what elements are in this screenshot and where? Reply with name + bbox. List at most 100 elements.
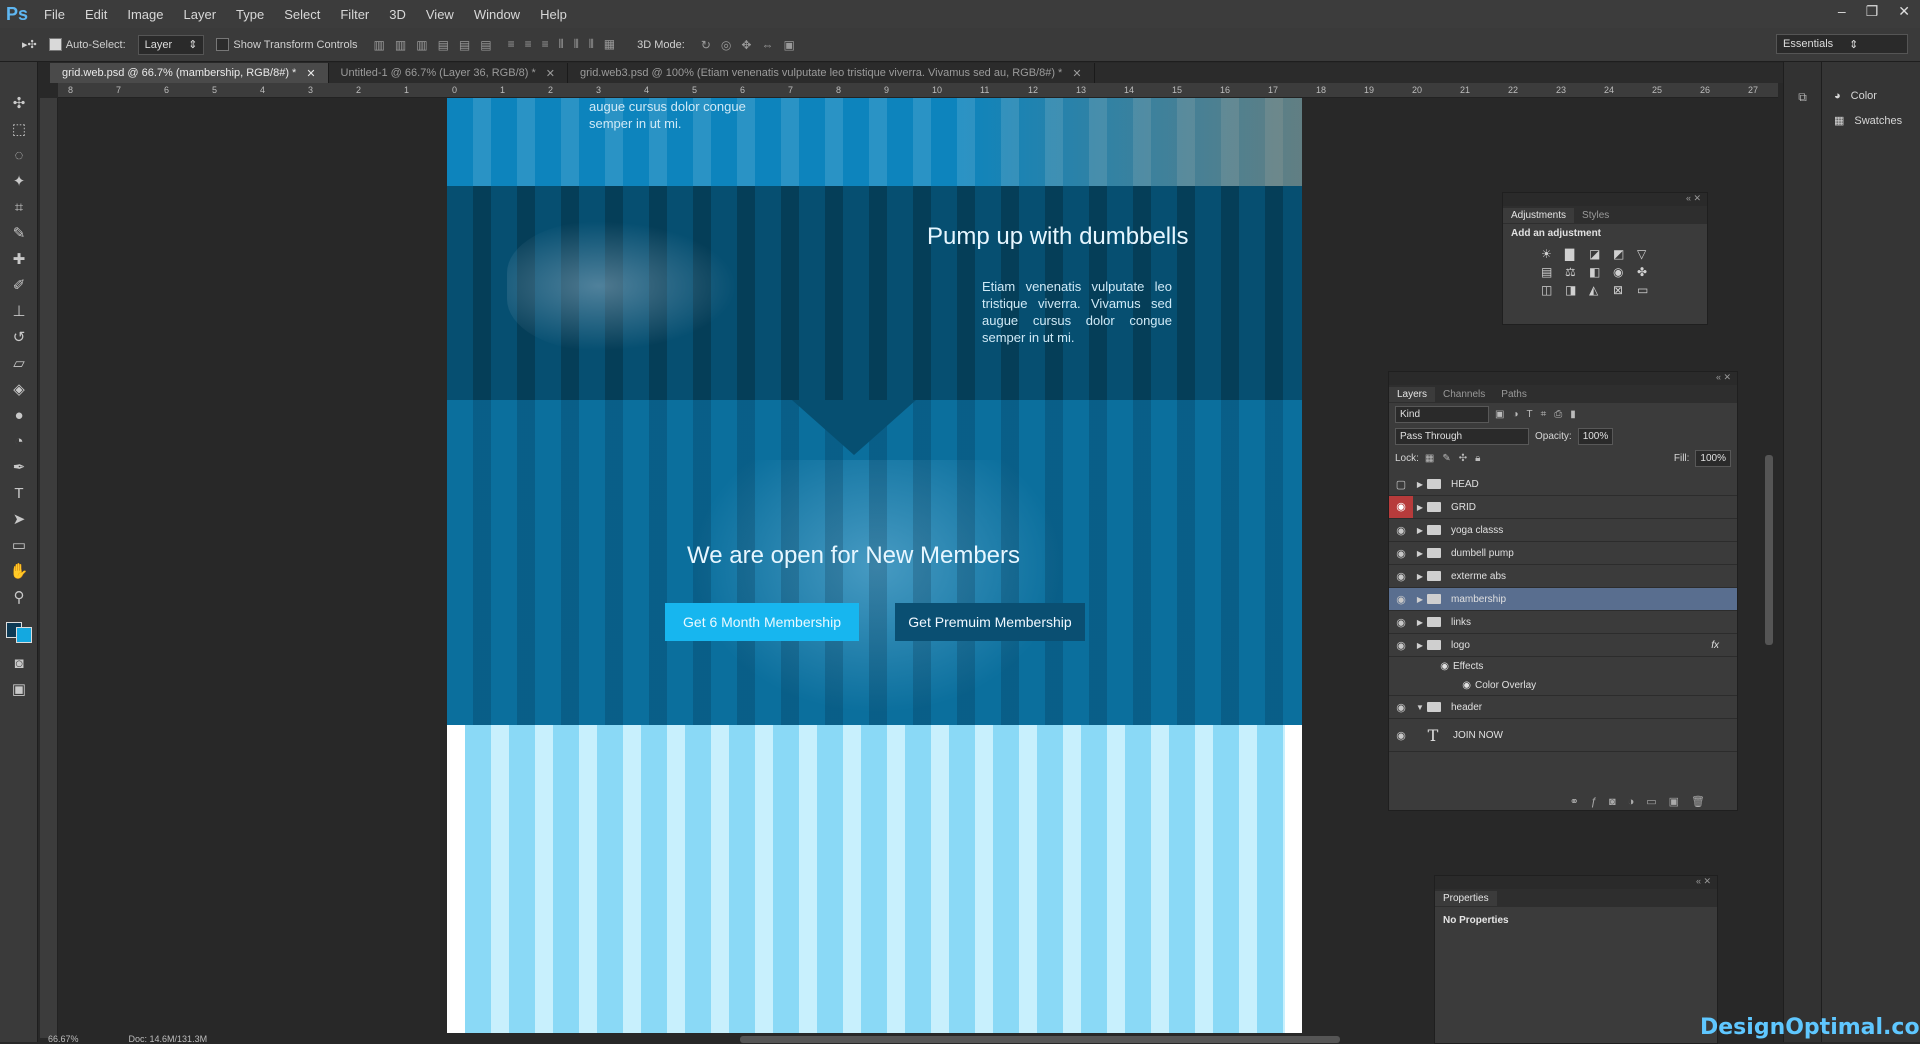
eyedropper-icon[interactable]: ✎ — [0, 220, 38, 246]
expand-arrow-icon[interactable]: ▶ — [1413, 503, 1427, 512]
move-icon[interactable]: ✣ — [0, 90, 38, 116]
expand-arrow-icon[interactable]: ▶ — [1413, 549, 1427, 558]
black-white-icon[interactable]: ◧ — [1589, 265, 1613, 279]
six-month-membership-button[interactable]: Get 6 Month Membership — [665, 603, 859, 641]
dodge-icon[interactable]: ◔ — [0, 428, 38, 454]
filter-type-icons[interactable]: ▣◑T⌗⎙▮ — [1495, 409, 1584, 420]
effect-eye-icon[interactable]: ◉ — [1389, 680, 1475, 691]
posterize-icon[interactable]: ◨ — [1565, 283, 1589, 297]
layer-row[interactable]: ◉ ▶ exterme abs — [1389, 565, 1737, 588]
lasso-icon[interactable]: ◌ — [0, 142, 38, 168]
text-layer-row[interactable]: ◉ T JOIN NOW — [1389, 719, 1737, 752]
menu-filter[interactable]: Filter — [330, 7, 379, 22]
panel-collapse-icon[interactable]: « ✕ — [1435, 876, 1717, 889]
expand-arrow-icon[interactable]: ▶ — [1413, 480, 1427, 489]
exposure-icon[interactable]: ◩ — [1613, 247, 1637, 261]
expand-arrow-icon[interactable]: ▶ — [1413, 641, 1427, 650]
tab-styles[interactable]: Styles — [1574, 208, 1617, 223]
premium-membership-button[interactable]: Get Premuim Membership — [895, 603, 1085, 641]
effects-row[interactable]: ◉ Effects — [1389, 657, 1737, 676]
shape-icon[interactable]: ▭ — [0, 532, 38, 558]
eye-icon[interactable]: ◉ — [1389, 593, 1413, 606]
kind-filter-dropdown[interactable]: Kind — [1395, 405, 1489, 423]
screen-mode-icon[interactable]: ▣ — [0, 676, 38, 702]
auto-select-checkbox[interactable] — [48, 38, 62, 51]
brush-icon[interactable]: ✐ — [0, 272, 38, 298]
distribute-vcenter-icon[interactable]: ≡ — [525, 37, 532, 52]
show-transform-checkbox[interactable] — [216, 38, 230, 51]
history-icon[interactable]: ⧉ — [1784, 90, 1821, 105]
marquee-icon[interactable]: ⬚ — [0, 116, 38, 142]
distribute-hcenter-icon[interactable]: ⫴ — [574, 37, 579, 52]
align-hcenter-icon[interactable]: ▤ — [459, 38, 470, 52]
panel-collapse-icon[interactable]: « ✕ — [1389, 372, 1737, 385]
slide-3d-icon[interactable]: ⇔ — [761, 38, 773, 52]
menu-select[interactable]: Select — [274, 7, 330, 22]
canvas-scrollbar-vertical[interactable] — [1765, 455, 1773, 645]
close-tab-icon[interactable]: ✕ — [306, 67, 315, 80]
distribute-icons[interactable]: ≡ ≡ ≡ ⫴ ⫴ ⫴ ▦ — [508, 37, 616, 52]
doc-tab-untitled[interactable]: Untitled-1 @ 66.7% (Layer 36, RGB/8) * ✕ — [329, 63, 568, 83]
layer-footer-icons[interactable]: ⚭ƒ◙◑▭▣🗑︎ — [1570, 795, 1717, 808]
brightness-icon[interactable]: ☀ — [1541, 247, 1565, 261]
color-panel-button[interactable]: ◕ Color — [1822, 84, 1920, 108]
distribute-bottom-icon[interactable]: ≡ — [542, 37, 549, 52]
move-tool-icon[interactable]: ▸✣ — [22, 38, 37, 51]
eye-icon[interactable]: ◉ — [1389, 639, 1413, 652]
expand-arrow-icon[interactable]: ▶ — [1413, 595, 1427, 604]
close-tab-icon[interactable]: ✕ — [546, 67, 555, 80]
tab-paths[interactable]: Paths — [1493, 387, 1535, 402]
layer-row[interactable]: ◉ ▶ GRID — [1389, 496, 1737, 519]
eraser-icon[interactable]: ▱ — [0, 350, 38, 376]
layer-row[interactable]: ◉ ▶ logo fx — [1389, 634, 1737, 657]
hand-icon[interactable]: ✋ — [0, 558, 38, 584]
history-brush-icon[interactable]: ↺ — [0, 324, 38, 350]
show-transform-option[interactable]: Show Transform Controls — [216, 38, 358, 51]
distribute-top-icon[interactable]: ≡ — [508, 37, 515, 52]
zoom-icon[interactable]: ⚲ — [0, 584, 38, 610]
align-icons[interactable]: ▥ ▥ ▥ ▤ ▤ ▤ — [374, 38, 492, 52]
eye-icon[interactable]: ◉ — [1389, 616, 1413, 629]
tab-layers[interactable]: Layers — [1389, 386, 1436, 402]
drag-3d-icon[interactable]: ✥ — [741, 38, 751, 52]
menu-image[interactable]: Image — [117, 7, 173, 22]
align-top-icon[interactable]: ▥ — [374, 38, 385, 52]
curves-icon[interactable]: ◪ — [1589, 247, 1613, 261]
menu-help[interactable]: Help — [530, 7, 577, 22]
distribute-left-icon[interactable]: ⫴ — [559, 37, 564, 52]
color-balance-icon[interactable]: ⚖ — [1565, 265, 1589, 279]
fill-field[interactable]: 100% — [1695, 449, 1731, 467]
channel-mixer-icon[interactable]: ✤ — [1637, 265, 1661, 279]
align-bottom-icon[interactable]: ▥ — [416, 38, 427, 52]
pen-icon[interactable]: ✒ — [0, 454, 38, 480]
3d-mode-icons[interactable]: ↻ ◎ ✥ ⇔ ▣ — [701, 38, 795, 52]
invert-icon[interactable]: ◫ — [1541, 283, 1565, 297]
minimize-icon[interactable]: – — [1838, 3, 1846, 20]
quick-mask-icon[interactable]: ◙ — [0, 650, 38, 676]
stamp-icon[interactable]: ⊥ — [0, 298, 38, 324]
expand-arrow-icon[interactable]: ▶ — [1413, 526, 1427, 535]
close-icon[interactable]: ✕ — [1898, 3, 1910, 20]
close-tab-icon[interactable]: ✕ — [1072, 67, 1081, 80]
menu-view[interactable]: View — [416, 7, 464, 22]
magic-wand-icon[interactable]: ✦ — [0, 168, 38, 194]
bucket-icon[interactable]: ◈ — [0, 376, 38, 402]
tab-properties[interactable]: Properties — [1435, 890, 1497, 906]
doc-tab-grid-web[interactable]: grid.web.psd @ 66.7% (mambership, RGB/8#… — [50, 63, 329, 83]
swatches-panel-button[interactable]: ▦ Swatches — [1822, 108, 1920, 133]
color-overlay-row[interactable]: ◉ Color Overlay — [1389, 676, 1737, 696]
eye-icon[interactable]: ◉ — [1389, 701, 1413, 714]
doc-tab-grid-web3[interactable]: grid.web3.psd @ 100% (Etiam venenatis vu… — [568, 63, 1095, 83]
lock-icons[interactable]: ▦✎✣🔒︎ — [1425, 453, 1489, 464]
opacity-field[interactable]: 100% — [1577, 427, 1614, 445]
threshold-icon[interactable]: ◭ — [1589, 283, 1613, 297]
document-canvas[interactable]: augue cursus dolor congue semper in ut m… — [447, 98, 1302, 1033]
rotate-3d-icon[interactable]: ↻ — [701, 38, 711, 52]
menu-3d[interactable]: 3D — [379, 7, 416, 22]
roll-3d-icon[interactable]: ◎ — [721, 38, 731, 52]
auto-align-icon[interactable]: ▦ — [604, 37, 615, 52]
levels-icon[interactable]: ▇ — [1565, 247, 1589, 261]
photo-filter-icon[interactable]: ◉ — [1613, 265, 1637, 279]
collapse-arrow-icon[interactable]: ▼ — [1413, 703, 1427, 712]
restore-icon[interactable]: ❐ — [1866, 3, 1879, 20]
